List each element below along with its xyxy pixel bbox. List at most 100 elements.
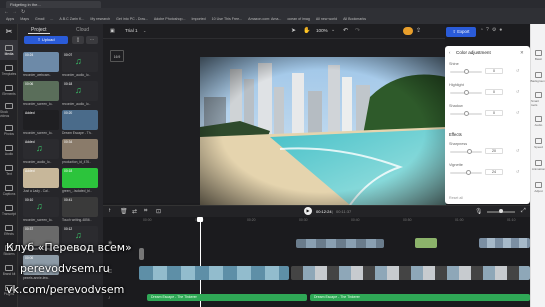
reset-icon[interactable]: ↺ — [516, 169, 519, 174]
media-item[interactable]: ♫ 00:18 — [62, 81, 98, 101]
property-tab-animation[interactable]: Animation — [531, 154, 545, 176]
bookmark-item[interactable]: Apps — [6, 17, 14, 23]
property-tab-audio[interactable]: Audio — [531, 110, 545, 132]
rail-item-stock-videos[interactable]: Stock videos — [0, 100, 18, 120]
adjust-slider-sharpness[interactable] — [450, 149, 482, 154]
media-item[interactable]: ♫ 00:10 — [23, 197, 59, 217]
cover-thumbnail[interactable] — [139, 248, 144, 260]
rail-item-transcript[interactable]: Transcript — [0, 200, 18, 220]
rail-item-photos[interactable]: Photos — [0, 120, 18, 140]
bookmark-item[interactable]: All Bookmarks — [343, 17, 366, 23]
aspect-ratio-button[interactable]: 16:9 — [110, 50, 124, 62]
split-icon[interactable]: ⟊ — [109, 208, 111, 215]
capcut-logo-icon[interactable]: ✂ — [4, 28, 14, 36]
rail-item-captions[interactable]: Captions — [0, 180, 18, 200]
rail-item-elements[interactable]: Elements — [0, 80, 18, 100]
media-item[interactable]: 00:34 — [62, 139, 98, 159]
layout-icon[interactable]: ▣ — [110, 28, 115, 34]
rail-item-templates[interactable]: Templates — [0, 60, 18, 80]
reset-icon[interactable]: ↺ — [516, 89, 519, 94]
bookmark-item[interactable]: 10 Use This Free... — [212, 17, 243, 23]
phone-icon[interactable]: ▯ — [72, 36, 84, 44]
adjust-value-shine[interactable]: 0 — [485, 68, 503, 74]
adjust-slider-highlight[interactable] — [450, 90, 482, 95]
reload-icon[interactable]: ↻ — [21, 9, 25, 15]
reset-icon[interactable]: ↺ — [516, 110, 519, 115]
media-item[interactable]: Added — [23, 110, 59, 130]
adjust-value-shadow[interactable]: 0 — [485, 110, 503, 116]
bookmark-item[interactable]: Amazon.com: Ama... — [248, 17, 281, 23]
media-item[interactable]: ♫ 00:07 — [62, 52, 98, 72]
undo-icon[interactable]: ↶ — [343, 27, 348, 34]
property-tab-speed[interactable]: Speed — [531, 132, 545, 154]
adjust-value-sharpness[interactable]: 20 — [485, 148, 503, 154]
adjust-value-highlight[interactable]: 0 — [485, 89, 503, 95]
main-video-clip-2[interactable] — [291, 266, 530, 280]
forward-icon[interactable]: → — [12, 9, 17, 15]
video-frame[interactable] — [200, 57, 446, 205]
media-item[interactable]: ♫ Added — [23, 139, 59, 159]
adjust-value-vignette[interactable]: 24 — [485, 169, 503, 175]
reset-icon[interactable]: ↺ — [516, 148, 519, 153]
media-item[interactable]: 00:18 — [62, 168, 98, 188]
playhead-handle[interactable] — [197, 217, 203, 222]
adjust-slider-shadow[interactable] — [450, 111, 482, 116]
slider-knob[interactable] — [464, 69, 469, 74]
media-item[interactable]: 00:06 — [23, 81, 59, 101]
back-icon[interactable]: ← — [4, 9, 9, 15]
project-name[interactable]: Trial 1 — [125, 28, 138, 33]
property-tab-smart-tools[interactable]: Smart tools — [531, 88, 545, 110]
redo-icon[interactable]: ↷ — [355, 27, 360, 34]
audio-clip-1[interactable]: Dream Escape - The Tinkerer — [147, 294, 307, 301]
property-tab-background[interactable]: Background — [531, 66, 545, 88]
crop-icon[interactable]: ⌗ — [144, 208, 147, 215]
browser-tab[interactable]: Fidgeting in the... — [6, 1, 101, 8]
media-item[interactable]: 00:41 — [62, 197, 98, 217]
back-arrow-icon[interactable]: ‹ — [449, 50, 450, 55]
rail-item-brand-kit[interactable]: Brand kit — [0, 260, 18, 280]
transform-icon[interactable]: ⊡ — [156, 208, 161, 215]
zoom-slider-knob[interactable] — [499, 209, 503, 213]
slider-knob[interactable] — [467, 149, 473, 154]
media-item[interactable]: 00:24 — [23, 52, 59, 72]
slider-knob[interactable] — [464, 90, 469, 95]
rail-item-media[interactable]: Media — [0, 40, 18, 60]
bookmark-item[interactable]: Maps — [20, 17, 29, 23]
slider-knob[interactable] — [465, 170, 471, 175]
rail-item-text[interactable]: Text — [0, 160, 18, 180]
more-options-icon[interactable]: ⋯ — [86, 36, 98, 44]
overlay-clip[interactable] — [296, 239, 384, 248]
mic-icon[interactable]: 🎙 — [475, 208, 483, 215]
property-tab-basic[interactable]: Basic — [531, 44, 545, 66]
mirror-icon[interactable]: ⇄ — [132, 208, 137, 215]
bookmark-item[interactable]: ocean of imag — [287, 17, 310, 23]
bookmark-item[interactable]: Adobe Photoshop... — [154, 17, 186, 23]
bookmark-item[interactable]: A.B.C Zarin K... — [59, 17, 84, 23]
overlay-clip-small[interactable] — [415, 238, 437, 248]
reset-icon[interactable]: ↺ — [516, 68, 519, 73]
user-avatar[interactable] — [403, 27, 413, 35]
export-button[interactable]: ⇧ Export — [446, 27, 476, 37]
slider-knob[interactable] — [464, 111, 469, 116]
media-item[interactable]: 00:20 — [62, 110, 98, 130]
zoom-chevron-icon[interactable]: ⌄ — [331, 27, 335, 33]
tab-cloud[interactable]: Cloud — [76, 27, 89, 33]
select-cursor-icon[interactable]: ➤ — [291, 27, 296, 34]
hand-tool-icon[interactable]: ✋ — [303, 27, 310, 34]
bookmark-item[interactable]: All new world — [316, 17, 337, 23]
share-icon[interactable]: ⇪ — [416, 27, 426, 35]
chevron-down-icon[interactable]: ⌄ — [143, 28, 146, 33]
zoom-level[interactable]: 100% — [316, 28, 328, 33]
bookmark-item[interactable]: Imported — [191, 17, 205, 23]
overlay-clip-right[interactable] — [479, 238, 530, 248]
bookmark-item[interactable]: Gmail — [35, 17, 44, 23]
property-tab-adjust[interactable]: Adjust — [531, 176, 545, 198]
delete-icon[interactable]: 🗑 — [120, 208, 128, 215]
bookmark-item[interactable]: ... — [50, 17, 53, 23]
media-item[interactable]: Added — [23, 168, 59, 188]
adjust-slider-vignette[interactable] — [450, 170, 482, 175]
close-icon[interactable]: ✕ — [520, 50, 524, 56]
adjust-slider-shine[interactable] — [450, 69, 482, 74]
avatar-icon[interactable]: ● — [499, 27, 505, 33]
bookmark-item[interactable]: My research — [90, 17, 110, 23]
